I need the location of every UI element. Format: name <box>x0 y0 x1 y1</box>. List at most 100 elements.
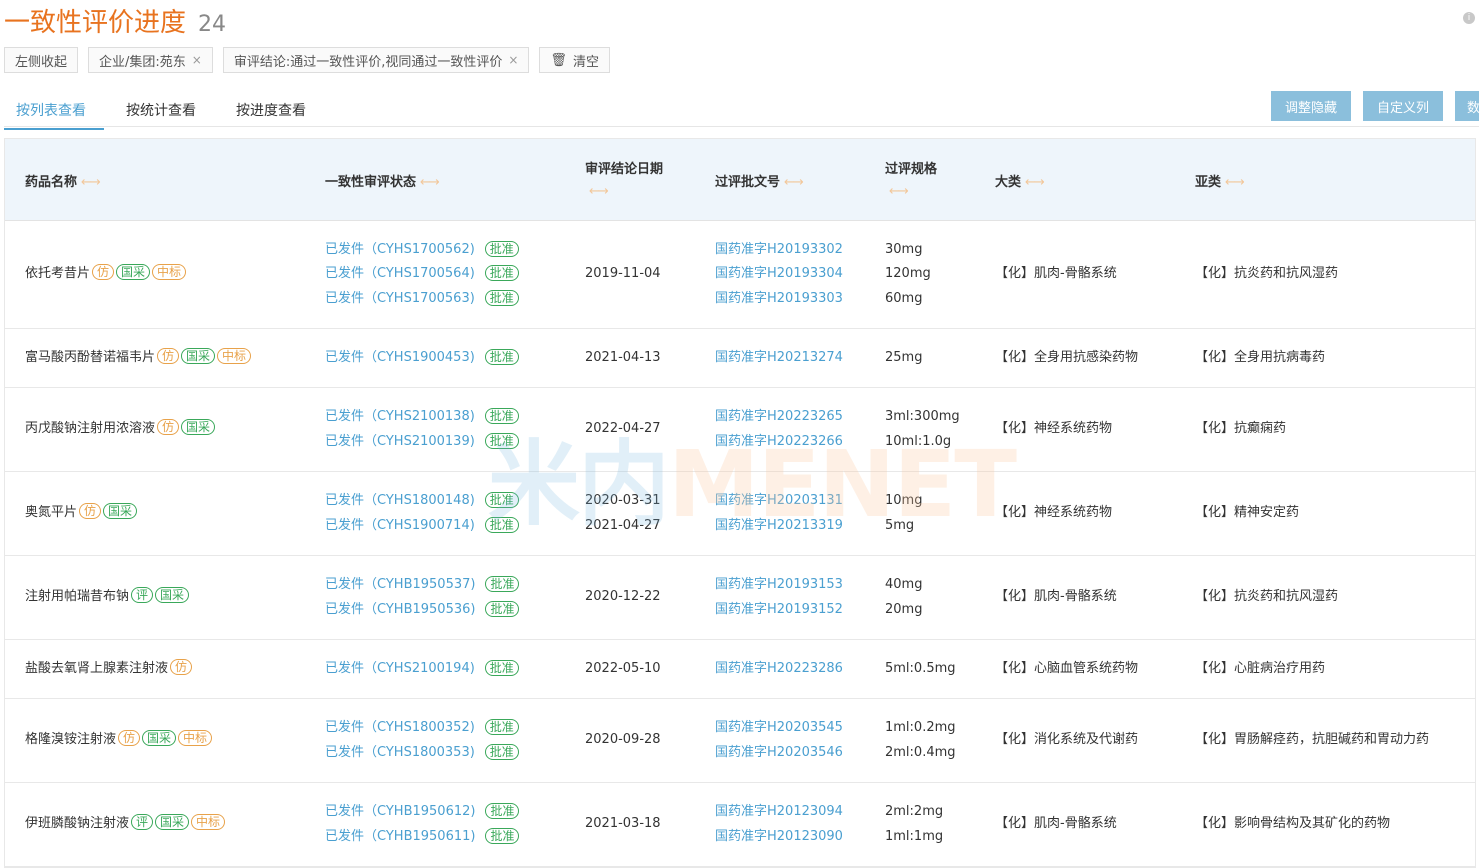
approval-number-link[interactable]: 国药准字H20213274 <box>715 346 843 371</box>
table-row[interactable]: 注射用帕瑞昔布钠评国采 已发件（CYHB1950537) 批准 已发件（CYHB195… <box>5 556 1475 640</box>
category-value: 【化】心脑血管系统药物 <box>995 660 1139 676</box>
approval-number-link[interactable]: 国药准字H20193304 <box>715 262 843 287</box>
drug-name[interactable]: 奥氮平片仿国采 <box>25 501 138 526</box>
review-status: 已发件（CYHB1950537) 批准 <box>325 573 520 598</box>
subcategory-value: 【化】抗炎药和抗风湿药 <box>1195 266 1339 282</box>
col-header-category[interactable]: 大类 ←→ <box>995 171 1045 190</box>
close-icon[interactable]: × <box>508 53 518 67</box>
custom-columns-button[interactable]: 自定义列 <box>1363 91 1443 121</box>
review-status: 已发件（CYHS2100138) 批准 <box>325 405 519 430</box>
col-header-approval[interactable]: 过评批文号 ←→ <box>715 171 804 190</box>
spec-value: 1ml:0.2mg <box>885 720 956 735</box>
adjust-hidden-button[interactable]: 调整隐藏 <box>1271 91 1351 121</box>
drug-name-text[interactable]: 丙戊酸钠注射用浓溶液 <box>25 421 155 436</box>
table-row[interactable]: 依托考昔片仿国采 中标 已发件（CYHS1700562) 批准 已发件（CYHS1700… <box>5 221 1475 329</box>
table-row[interactable]: 格隆溴铵注射液仿国采 中标 已发件（CYHS1800352) 批准 已发件（CYHS18… <box>5 699 1475 783</box>
resize-arrows-icon[interactable]: ←→ <box>589 181 663 203</box>
status-link[interactable]: 已发件（CYHS1700564) <box>325 266 475 281</box>
category-cell: 【化】神经系统药物 <box>995 388 1112 471</box>
status-link[interactable]: 已发件（CYHB1950537) <box>325 577 475 592</box>
collapse-left-button[interactable]: 左侧收起 <box>4 47 79 73</box>
status-link[interactable]: 已发件（CYHS1900453) <box>325 350 475 365</box>
approve-badge: 批准 <box>484 265 519 282</box>
subcategory-cell: 【化】全身用抗病毒药 <box>1195 329 1325 387</box>
category-value: 【化】全身用抗感染药物 <box>995 349 1139 365</box>
spec-cell: 5ml:0.5mg <box>885 640 956 698</box>
drug-name[interactable]: 格隆溴铵注射液仿国采 中标 <box>25 728 213 753</box>
review-status: 已发件（CYHS1700562) 批准 <box>325 238 519 263</box>
status-link[interactable]: 已发件（CYHB1950611) <box>325 829 475 844</box>
approval-number-link[interactable]: 国药准字H20193303 <box>715 287 843 312</box>
status-link[interactable]: 已发件（CYHS1800148) <box>325 493 475 508</box>
drug-name-text[interactable]: 奥氮平片 <box>25 505 77 520</box>
tab-list-view[interactable]: 按列表查看 <box>4 90 104 130</box>
table-row[interactable]: 丙戊酸钠注射用浓溶液仿国采 已发件（CYHS2100138) 批准 已发件（CYHS2… <box>5 388 1475 472</box>
status-link[interactable]: 已发件（CYHS2100139) <box>325 434 475 449</box>
status-link[interactable]: 已发件（CYHB1950612) <box>325 804 475 819</box>
clear-button[interactable]: 🗑 清空 <box>539 47 610 73</box>
status-link[interactable]: 已发件（CYHS1800352) <box>325 720 475 735</box>
status-link[interactable]: 已发件（CYHS1700563) <box>325 291 475 306</box>
resize-arrows-icon[interactable]: ←→ <box>784 175 804 190</box>
col-header-name[interactable]: 药品名称 ←→ <box>25 171 101 190</box>
approval-number-link[interactable]: 国药准字H20223265 <box>715 405 843 430</box>
table-row[interactable]: 富马酸丙酚替诺福韦片仿国采 中标 已发件（CYHS1900453) 批准 2021-04… <box>5 329 1475 388</box>
status-link[interactable]: 已发件（CYHB1950536) <box>325 602 475 617</box>
category-value: 【化】神经系统药物 <box>995 421 1113 437</box>
approval-number-link[interactable]: 国药准字H20223266 <box>715 430 843 455</box>
approval-number-link[interactable]: 国药准字H20123094 <box>715 800 843 825</box>
drug-name[interactable]: 伊班膦酸钠注射液评国采 中标 <box>25 812 226 837</box>
drug-name-text[interactable]: 依托考昔片 <box>25 266 90 281</box>
info-icon[interactable]: i <box>1463 12 1475 24</box>
conclusion-date-cell: 2020-03-31 2021-04-27 <box>585 472 661 555</box>
drug-name[interactable]: 注射用帕瑞昔布钠评国采 <box>25 585 190 610</box>
close-icon[interactable]: × <box>192 53 202 67</box>
drug-name[interactable]: 丙戊酸钠注射用浓溶液仿国采 <box>25 417 216 442</box>
tab-progress-view[interactable]: 按进度查看 <box>224 90 324 130</box>
status-link[interactable]: 已发件（CYHS1900714) <box>325 518 475 533</box>
approval-number-link[interactable]: 国药准字H20213319 <box>715 514 843 539</box>
table-row[interactable]: 奥氮平片仿国采 已发件（CYHS1800148) 批准 已发件（CYHS1900714… <box>5 472 1475 556</box>
table-row[interactable]: 伊班膦酸钠注射液评国采 中标 已发件（CYHB1950612) 批准 已发件（CYHB1… <box>5 783 1475 867</box>
approval-number-link[interactable]: 国药准字H20203131 <box>715 489 843 514</box>
approval-number-link[interactable]: 国药准字H20123090 <box>715 825 843 850</box>
data-export-button[interactable]: 数 <box>1455 91 1479 121</box>
drug-name[interactable]: 富马酸丙酚替诺福韦片仿国采 中标 <box>25 346 252 371</box>
approval-number-link[interactable]: 国药准字H20203546 <box>715 741 843 766</box>
drug-name-text[interactable]: 伊班膦酸钠注射液 <box>25 816 129 831</box>
approval-number-link[interactable]: 国药准字H20223286 <box>715 657 843 682</box>
subcategory-cell: 【化】精神安定药 <box>1195 472 1299 555</box>
approval-number-link[interactable]: 国药准字H20203545 <box>715 716 843 741</box>
drug-name-text[interactable]: 富马酸丙酚替诺福韦片 <box>25 350 155 365</box>
resize-arrows-icon[interactable]: ←→ <box>81 175 101 190</box>
col-header-date[interactable]: 审评结论日期 ←→ <box>585 159 663 203</box>
resize-arrows-icon[interactable]: ←→ <box>420 175 440 190</box>
category-value: 【化】消化系统及代谢药 <box>995 732 1139 748</box>
tab-stats-view[interactable]: 按统计查看 <box>114 90 214 130</box>
resize-arrows-icon[interactable]: ←→ <box>1225 175 1245 190</box>
status-link[interactable]: 已发件（CYHS1700562) <box>325 242 475 257</box>
col-header-subcategory[interactable]: 亚类 ←→ <box>1195 171 1245 190</box>
drug-name-text[interactable]: 格隆溴铵注射液 <box>25 732 116 747</box>
col-header-status[interactable]: 一致性审评状态 ←→ <box>325 171 440 190</box>
subcategory-value: 【化】抗炎药和抗风湿药 <box>1195 589 1339 605</box>
status-link[interactable]: 已发件（CYHS2100194) <box>325 661 475 676</box>
resize-arrows-icon[interactable]: ←→ <box>889 181 937 203</box>
approval-number-link[interactable]: 国药准字H20193153 <box>715 573 843 598</box>
col-header-spec[interactable]: 过评规格 ←→ <box>885 159 937 203</box>
drug-name-text[interactable]: 注射用帕瑞昔布钠 <box>25 589 129 604</box>
drug-name[interactable]: 盐酸去氧肾上腺素注射液仿 <box>25 657 193 682</box>
approval-number-link[interactable]: 国药准字H20193152 <box>715 598 843 623</box>
drug-name-text[interactable]: 盐酸去氧肾上腺素注射液 <box>25 661 168 676</box>
status-link[interactable]: 已发件（CYHS1800353) <box>325 745 475 760</box>
approval-number-link[interactable]: 国药准字H20193302 <box>715 238 843 263</box>
subcategory-cell: 【化】抗癫痫药 <box>1195 388 1286 471</box>
table-row[interactable]: 盐酸去氧肾上腺素注射液仿 已发件（CYHS2100194) 批准 2022-05-10… <box>5 640 1475 699</box>
approve-badge: 批准 <box>484 289 519 306</box>
drug-tag: 国采 <box>155 814 190 831</box>
status-link[interactable]: 已发件（CYHS2100138) <box>325 409 475 424</box>
conclusion-date: 2021-04-13 <box>585 349 661 365</box>
approve-badge: 批准 <box>484 348 519 365</box>
drug-name[interactable]: 依托考昔片仿国采 中标 <box>25 262 187 287</box>
resize-arrows-icon[interactable]: ←→ <box>1025 175 1045 190</box>
